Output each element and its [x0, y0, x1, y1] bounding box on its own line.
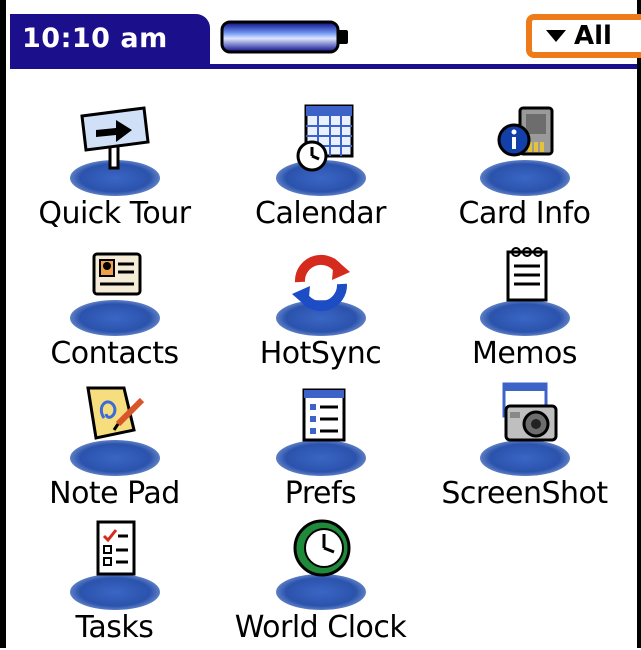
app-note-pad[interactable]: Note Pad: [12, 378, 217, 516]
app-label: Calendar: [255, 196, 386, 231]
app-label: Prefs: [284, 476, 357, 511]
title-rule: [10, 64, 637, 69]
app-label: Memos: [471, 336, 578, 371]
screen-edge-right: [637, 0, 641, 648]
card-info-icon: [497, 106, 554, 157]
app-label: Note Pad: [49, 476, 180, 511]
title-bar: 10:10 am All: [6, 10, 641, 72]
memos-icon: [506, 247, 548, 302]
app-quick-tour[interactable]: Quick Tour: [12, 98, 217, 236]
app-label: World Clock: [234, 610, 407, 645]
category-dropdown[interactable]: All: [526, 14, 641, 58]
clock-time: 10:10 am: [22, 23, 168, 54]
app-label: Card Info: [458, 196, 592, 231]
app-label: ScreenShot: [441, 476, 608, 511]
app-tasks[interactable]: Tasks: [12, 512, 217, 650]
screenshot-icon: [502, 382, 558, 442]
app-contacts[interactable]: Contacts: [12, 238, 217, 376]
note-pad-icon: [86, 386, 145, 440]
app-screenshot[interactable]: ScreenShot: [422, 378, 627, 516]
app-label: HotSync: [259, 336, 382, 371]
tasks-icon: [96, 520, 136, 576]
app-card-info[interactable]: Card Info: [422, 98, 627, 236]
screen-edge-left: [0, 0, 6, 648]
app-prefs[interactable]: Prefs: [218, 378, 423, 516]
hotsync-icon: [292, 254, 350, 312]
world-clock-icon: [293, 519, 351, 577]
battery-icon[interactable]: [220, 20, 350, 54]
app-world-clock[interactable]: World Clock: [218, 512, 423, 650]
app-hotsync[interactable]: HotSync: [218, 238, 423, 376]
app-label: Contacts: [50, 336, 179, 371]
quick-tour-icon: [80, 106, 150, 170]
calendar-icon: [296, 104, 354, 172]
dropdown-arrow-icon: [546, 30, 566, 42]
app-label: Quick Tour: [38, 196, 191, 231]
app-calendar[interactable]: Calendar: [218, 98, 423, 236]
app-memos[interactable]: Memos: [422, 238, 627, 376]
app-label: Tasks: [75, 610, 154, 645]
clock-tab[interactable]: 10:10 am: [10, 14, 210, 64]
contacts-icon: [92, 252, 142, 296]
prefs-icon: [302, 388, 346, 442]
launcher-screen: 10:10 am All Quick Tour Calendar Card In…: [0, 0, 641, 648]
category-label: All: [574, 21, 612, 51]
